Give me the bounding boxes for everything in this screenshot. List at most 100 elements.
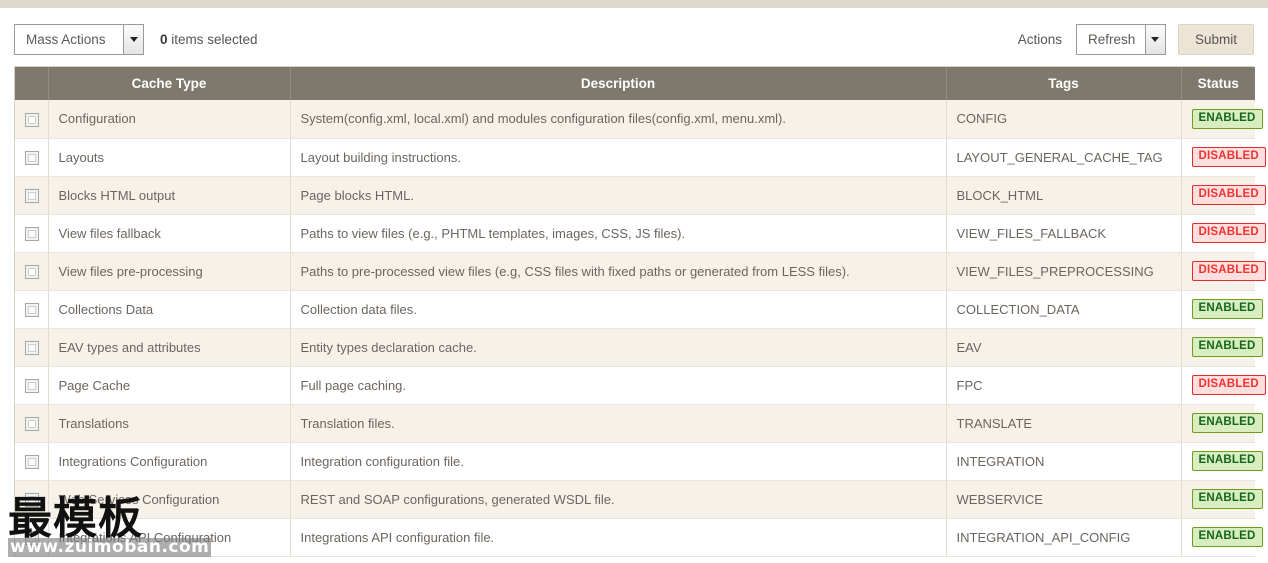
cell-status: DISABLED	[1181, 366, 1266, 405]
table-row[interactable]: Web Services Configuration REST and SOAP …	[15, 480, 1263, 519]
column-header-select[interactable]	[15, 67, 49, 100]
row-checkbox[interactable]	[25, 302, 39, 317]
table-row[interactable]: View files pre-processing Paths to pre-pr…	[15, 252, 1266, 291]
cell-description: REST and SOAP configurations, generated …	[290, 480, 947, 519]
table-row[interactable]: Blocks HTML output Page blocks HTML. BLOCK…	[15, 176, 1266, 215]
cache-grid-container: Cache Type Description Tags Status Confi…	[14, 66, 1266, 557]
items-selected-count: 0	[160, 32, 168, 47]
cell-tags: LAYOUT_GENERAL_CACHE_TAG	[946, 138, 1182, 177]
cell-cache-type: Layouts	[48, 138, 291, 177]
cell-status: ENABLED	[1181, 518, 1263, 557]
cell-status: ENABLED	[1181, 290, 1263, 329]
row-checkbox[interactable]	[25, 340, 39, 355]
status-badge: DISABLED	[1191, 147, 1266, 167]
table-row[interactable]: Translations Translation files. TRANSLATE E…	[15, 404, 1263, 443]
table-row[interactable]: Layouts Layout building instructions. LAYO…	[15, 138, 1266, 177]
status-badge: ENABLED	[1191, 489, 1263, 509]
status-badge: ENABLED	[1191, 108, 1263, 129]
row-select-cell[interactable]	[15, 442, 49, 481]
row-checkbox[interactable]	[25, 492, 39, 507]
status-badge: ENABLED	[1191, 527, 1263, 547]
cell-cache-type: EAV types and attributes	[48, 328, 291, 367]
cell-description: Integrations API configuration file.	[290, 518, 947, 557]
table-row[interactable]: EAV types and attributes Entity types dec…	[15, 328, 1263, 367]
cell-status: ENABLED	[1181, 442, 1263, 481]
cell-cache-type: View files pre-processing	[48, 252, 291, 291]
cell-cache-type: Page Cache	[48, 366, 291, 405]
cell-tags: EAV	[946, 328, 1182, 367]
cell-cache-type: View files fallback	[48, 214, 291, 253]
chevron-down-icon[interactable]	[1144, 25, 1165, 54]
top-strip	[0, 0, 1268, 8]
row-select-cell[interactable]	[15, 404, 49, 443]
cell-tags: CONFIG	[946, 100, 1182, 139]
row-select-cell[interactable]	[15, 328, 49, 367]
status-badge: DISABLED	[1191, 223, 1266, 243]
cell-cache-type: Translations	[48, 404, 291, 443]
status-badge: DISABLED	[1191, 261, 1266, 281]
cell-tags: TRANSLATE	[946, 404, 1182, 443]
submit-button[interactable]: Submit	[1177, 24, 1254, 55]
row-checkbox[interactable]	[25, 264, 39, 279]
cell-description: Collection data files.	[290, 290, 947, 329]
cell-status: ENABLED	[1181, 328, 1263, 367]
table-header: Cache Type Description Tags Status	[15, 67, 1255, 100]
row-checkbox[interactable]	[25, 112, 39, 127]
cell-cache-type: Integrations API Configuration	[48, 518, 291, 557]
table-header-row: Cache Type Description Tags Status	[15, 67, 1255, 100]
row-checkbox[interactable]	[25, 454, 39, 469]
cell-status: DISABLED	[1181, 214, 1266, 253]
table-row[interactable]: Configuration System(config.xml, local.xm…	[15, 100, 1263, 139]
row-checkbox[interactable]	[25, 530, 39, 545]
cell-description: Page blocks HTML.	[290, 176, 947, 215]
cell-description: Translation files.	[290, 404, 947, 443]
status-badge: ENABLED	[1191, 337, 1263, 357]
mass-actions-select[interactable]: Mass Actions	[14, 24, 144, 55]
cell-tags: COLLECTION_DATA	[946, 290, 1182, 329]
cell-tags: WEBSERVICE	[946, 480, 1182, 519]
table-row[interactable]: Integrations API Configuration Integratio…	[15, 518, 1263, 557]
row-checkbox[interactable]	[25, 226, 39, 241]
grid-toolbar: Mass Actions 0 items selected Actions Re…	[0, 8, 1268, 66]
cell-cache-type: Configuration	[48, 100, 291, 139]
row-select-cell[interactable]	[15, 214, 49, 253]
row-select-cell[interactable]	[15, 518, 49, 557]
cache-management-table: Cache Type Description Tags Status Confi…	[15, 67, 1266, 557]
cell-cache-type: Blocks HTML output	[48, 176, 291, 215]
status-badge: ENABLED	[1191, 299, 1263, 319]
table-row[interactable]: Collections Data Collection data files. CO…	[15, 290, 1263, 329]
row-checkbox[interactable]	[25, 378, 39, 393]
cell-status: ENABLED	[1181, 404, 1263, 443]
row-checkbox[interactable]	[25, 150, 39, 165]
column-header-status[interactable]: Status	[1181, 67, 1255, 100]
column-header-cache-type[interactable]: Cache Type	[48, 67, 291, 100]
row-checkbox[interactable]	[25, 188, 39, 203]
actions-select-value: Refresh	[1087, 32, 1136, 47]
chevron-down-icon[interactable]	[123, 25, 143, 54]
cell-tags: VIEW_FILES_PREPROCESSING	[946, 252, 1182, 291]
row-checkbox[interactable]	[25, 416, 39, 431]
row-select-cell[interactable]	[15, 290, 49, 329]
cell-status: DISABLED	[1181, 138, 1266, 177]
cell-tags: INTEGRATION_API_CONFIG	[946, 518, 1182, 557]
cell-status: ENABLED	[1181, 100, 1263, 139]
row-select-cell[interactable]	[15, 176, 49, 215]
cell-cache-type: Integrations Configuration	[48, 442, 291, 481]
row-select-cell[interactable]	[15, 100, 49, 139]
row-select-cell[interactable]	[15, 480, 49, 519]
actions-select[interactable]: Refresh	[1075, 24, 1166, 55]
row-select-cell[interactable]	[15, 366, 49, 405]
items-selected-label: items selected	[171, 32, 258, 47]
table-body: Configuration System(config.xml, local.xm…	[15, 100, 1266, 557]
cell-cache-type: Web Services Configuration	[48, 480, 291, 519]
cell-status: DISABLED	[1181, 252, 1266, 291]
column-header-description[interactable]: Description	[290, 67, 947, 100]
row-select-cell[interactable]	[15, 138, 49, 177]
table-row[interactable]: View files fallback Paths to view files (…	[15, 214, 1266, 253]
table-row[interactable]: Integrations Configuration Integration co…	[15, 442, 1263, 481]
column-header-tags[interactable]: Tags	[946, 67, 1182, 100]
status-badge: ENABLED	[1191, 451, 1263, 471]
table-row[interactable]: Page Cache Full page caching. FPC DISABLED	[15, 366, 1266, 405]
row-select-cell[interactable]	[15, 252, 49, 291]
cell-description: Paths to view files (e.g., PHTML templat…	[290, 214, 947, 253]
